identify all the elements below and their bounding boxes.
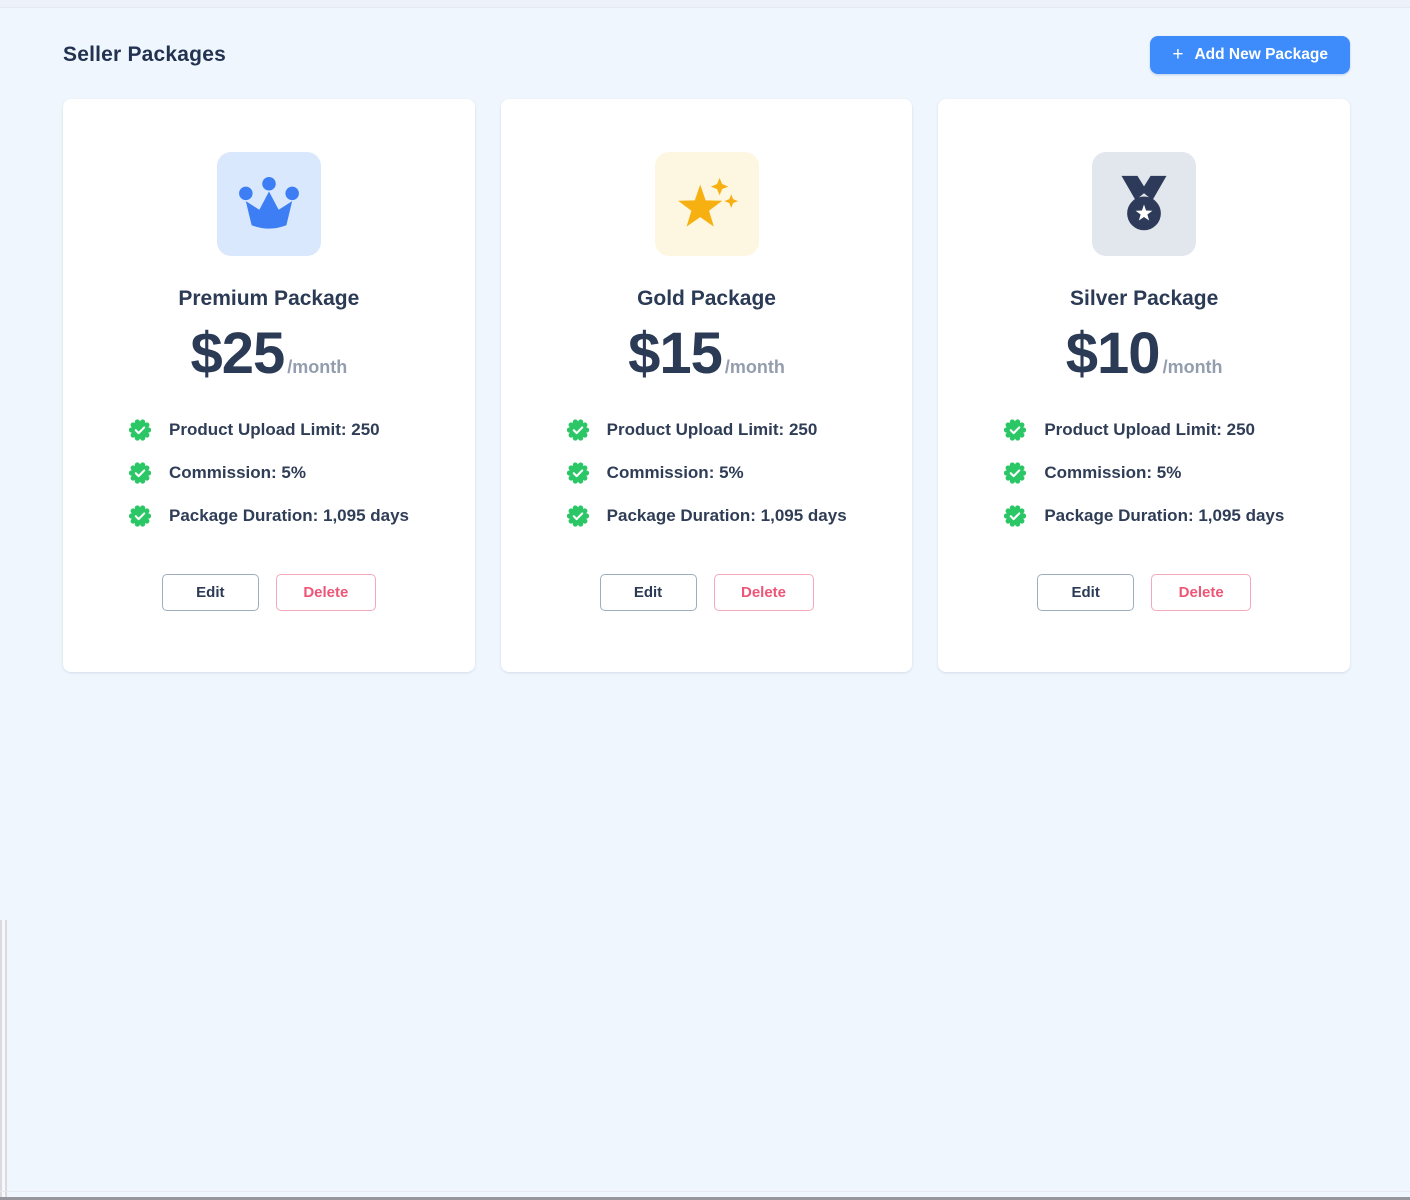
- seller-packages-page: Seller Packages + Add New Package Premiu…: [63, 36, 1350, 672]
- check-badge-icon: [129, 462, 151, 484]
- feature-item: Package Duration: 1,095 days: [1004, 505, 1350, 527]
- check-badge-icon: [567, 419, 589, 441]
- package-name: Premium Package: [178, 287, 359, 311]
- check-badge-icon: [1004, 419, 1026, 441]
- feature-list: Product Upload Limit: 250 Commission: 5%…: [63, 419, 475, 548]
- feature-text: Commission: 5%: [607, 463, 744, 483]
- add-new-package-label: Add New Package: [1194, 46, 1328, 64]
- feature-text: Package Duration: 1,095 days: [169, 506, 409, 526]
- window-top-strip: [0, 0, 1410, 8]
- feature-text: Product Upload Limit: 250: [169, 420, 380, 440]
- feature-item: Commission: 5%: [1004, 462, 1350, 484]
- page-title: Seller Packages: [63, 43, 226, 67]
- edit-button[interactable]: Edit: [600, 574, 697, 611]
- package-name: Silver Package: [1070, 287, 1218, 311]
- check-badge-icon: [567, 505, 589, 527]
- package-price: $10 /month: [1066, 325, 1223, 383]
- price-period: /month: [725, 357, 785, 378]
- feature-item: Commission: 5%: [567, 462, 913, 484]
- price-amount: $15: [628, 325, 722, 383]
- package-name: Gold Package: [637, 287, 776, 311]
- medal-icon: [1092, 152, 1196, 256]
- feature-list: Product Upload Limit: 250 Commission: 5%…: [501, 419, 913, 548]
- add-new-package-button[interactable]: + Add New Package: [1150, 36, 1350, 74]
- price-amount: $25: [190, 325, 284, 383]
- check-badge-icon: [129, 419, 151, 441]
- crown-icon: [217, 152, 321, 256]
- card-actions: Edit Delete: [162, 574, 376, 611]
- window-bottom-faint-line: [0, 1191, 1410, 1192]
- feature-text: Product Upload Limit: 250: [607, 420, 818, 440]
- feature-text: Product Upload Limit: 250: [1044, 420, 1255, 440]
- card-actions: Edit Delete: [1037, 574, 1251, 611]
- delete-button[interactable]: Delete: [1151, 574, 1251, 611]
- edit-button[interactable]: Edit: [162, 574, 259, 611]
- feature-item: Commission: 5%: [129, 462, 475, 484]
- feature-text: Commission: 5%: [1044, 463, 1181, 483]
- package-card-gold: Gold Package $15 /month Product Upload L…: [501, 99, 913, 672]
- star-sparkles-icon: [655, 152, 759, 256]
- package-card-silver: Silver Package $10 /month Product Upload…: [938, 99, 1350, 672]
- package-price: $15 /month: [628, 325, 785, 383]
- feature-text: Package Duration: 1,095 days: [607, 506, 847, 526]
- feature-list: Product Upload Limit: 250 Commission: 5%…: [938, 419, 1350, 548]
- feature-item: Product Upload Limit: 250: [567, 419, 913, 441]
- card-actions: Edit Delete: [600, 574, 814, 611]
- feature-item: Product Upload Limit: 250: [1004, 419, 1350, 441]
- feature-text: Package Duration: 1,095 days: [1044, 506, 1284, 526]
- check-badge-icon: [129, 505, 151, 527]
- price-period: /month: [1163, 357, 1223, 378]
- check-badge-icon: [1004, 462, 1026, 484]
- price-amount: $10: [1066, 325, 1160, 383]
- feature-item: Package Duration: 1,095 days: [567, 505, 913, 527]
- page-header: Seller Packages + Add New Package: [63, 36, 1350, 74]
- delete-button[interactable]: Delete: [276, 574, 376, 611]
- package-card-premium: Premium Package $25 /month Product Uploa…: [63, 99, 475, 672]
- edit-button[interactable]: Edit: [1037, 574, 1134, 611]
- delete-button[interactable]: Delete: [714, 574, 814, 611]
- feature-item: Package Duration: 1,095 days: [129, 505, 475, 527]
- feature-item: Product Upload Limit: 250: [129, 419, 475, 441]
- check-badge-icon: [1004, 505, 1026, 527]
- price-period: /month: [287, 357, 347, 378]
- window-left-edge: [0, 920, 7, 1200]
- package-cards-row: Premium Package $25 /month Product Uploa…: [63, 99, 1350, 672]
- package-price: $25 /month: [190, 325, 347, 383]
- plus-icon: +: [1172, 45, 1183, 64]
- feature-text: Commission: 5%: [169, 463, 306, 483]
- check-badge-icon: [567, 462, 589, 484]
